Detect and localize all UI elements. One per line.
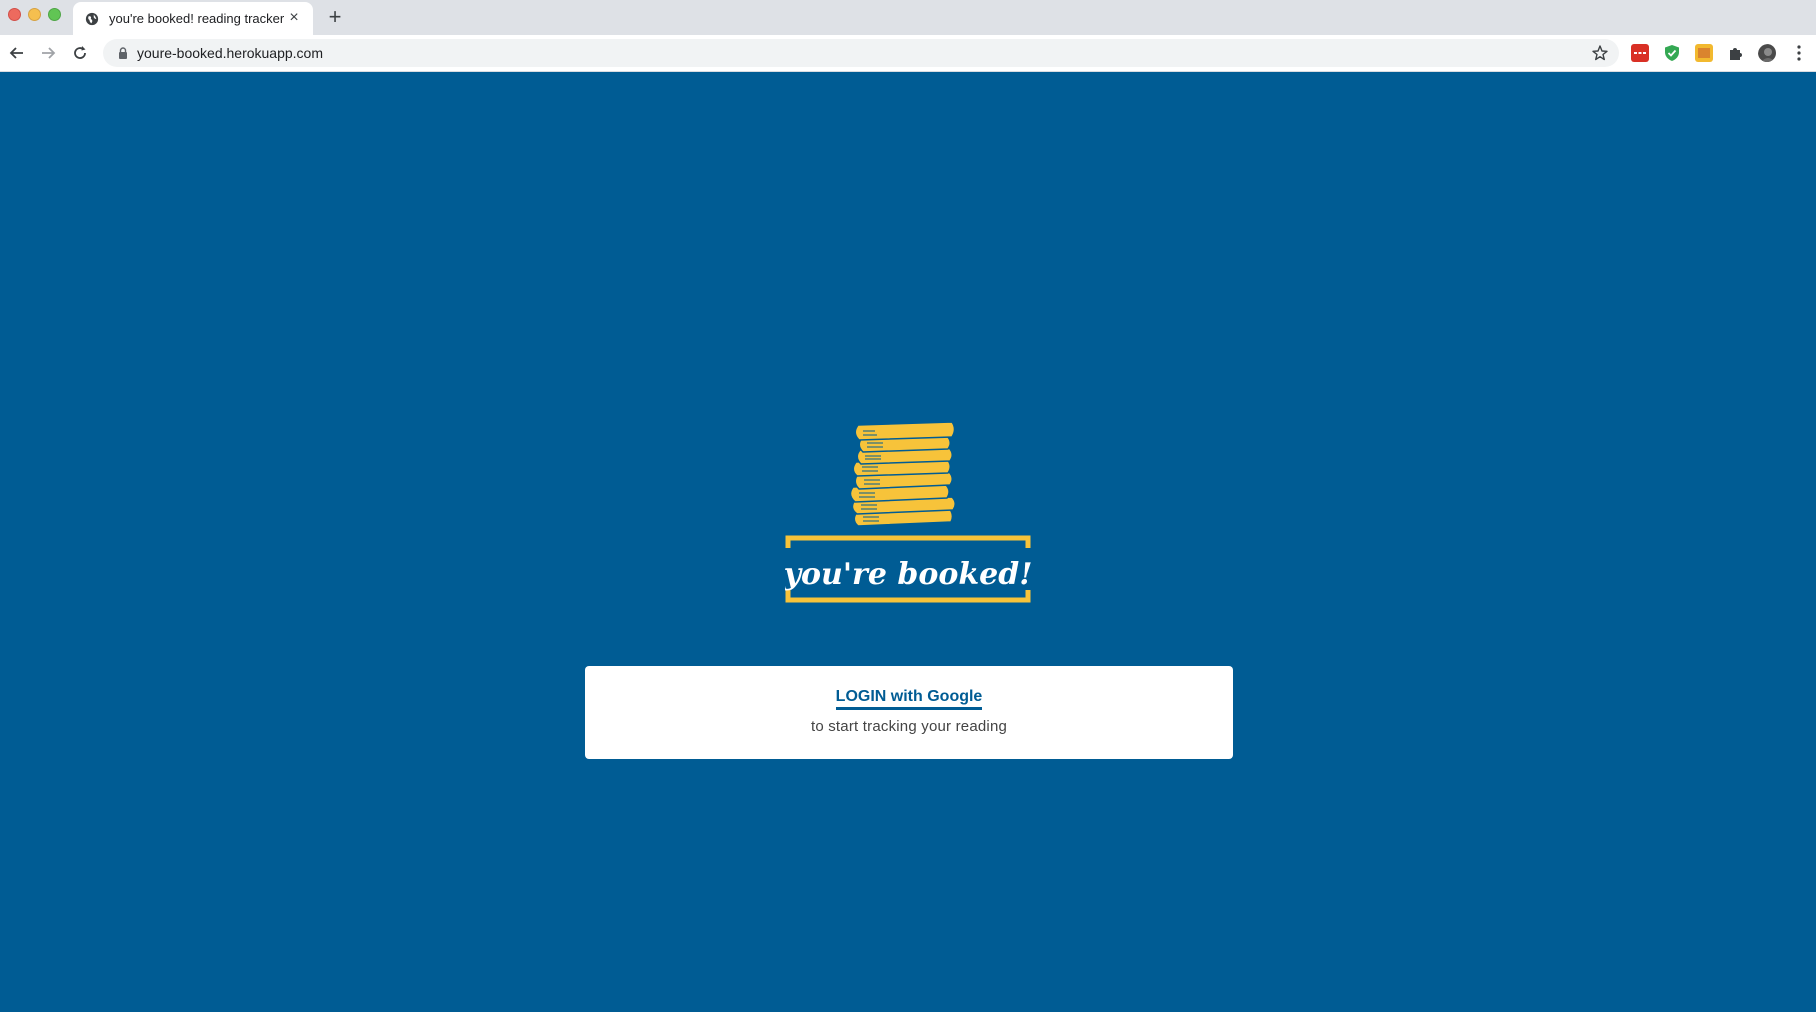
arrow-right-icon	[42, 47, 56, 59]
new-tab-button[interactable]: +	[324, 4, 346, 29]
globe-icon	[85, 12, 99, 26]
login-subtitle: to start tracking your reading	[810, 718, 1008, 735]
extension-red-icon[interactable]	[1631, 44, 1649, 62]
minimize-window-button[interactable]	[28, 8, 41, 21]
yellow-extension-icon[interactable]	[1695, 44, 1713, 62]
logo-text: you're booked!	[785, 557, 1031, 592]
close-window-button[interactable]	[8, 8, 21, 21]
tab-title: you're booked! reading tracker	[109, 11, 285, 26]
app-logo: you're booked!	[785, 421, 1031, 603]
reload-icon	[74, 46, 86, 59]
reload-button[interactable]	[69, 42, 91, 64]
browser-toolbar: youre-booked.herokuapp.com	[0, 35, 1816, 72]
arrow-left-icon	[9, 47, 23, 59]
book-stack-icon	[849, 421, 956, 527]
login-with-google-link[interactable]: LOGIN with Google	[835, 688, 983, 710]
shield-extension-icon[interactable]	[1663, 44, 1681, 62]
avatar[interactable]	[1758, 44, 1776, 62]
lock-icon	[119, 47, 127, 59]
maximize-window-button[interactable]	[48, 8, 61, 21]
browser-tab[interactable]: you're booked! reading tracker ×	[73, 2, 313, 35]
url-text: youre-booked.herokuapp.com	[137, 45, 324, 61]
kebab-menu-icon[interactable]	[1792, 44, 1806, 62]
page-content: you're booked! LOGIN with Google to star…	[0, 72, 1816, 1012]
address-bar[interactable]: youre-booked.herokuapp.com	[103, 39, 1619, 67]
login-card: LOGIN with Google to start tracking your…	[585, 666, 1233, 759]
forward-button[interactable]	[37, 42, 59, 64]
tab-strip: you're booked! reading tracker × +	[0, 0, 1816, 35]
star-icon[interactable]	[1591, 44, 1609, 62]
puzzle-icon[interactable]	[1727, 44, 1745, 62]
tab-close-button[interactable]: ×	[285, 9, 303, 27]
back-button[interactable]	[6, 42, 28, 64]
